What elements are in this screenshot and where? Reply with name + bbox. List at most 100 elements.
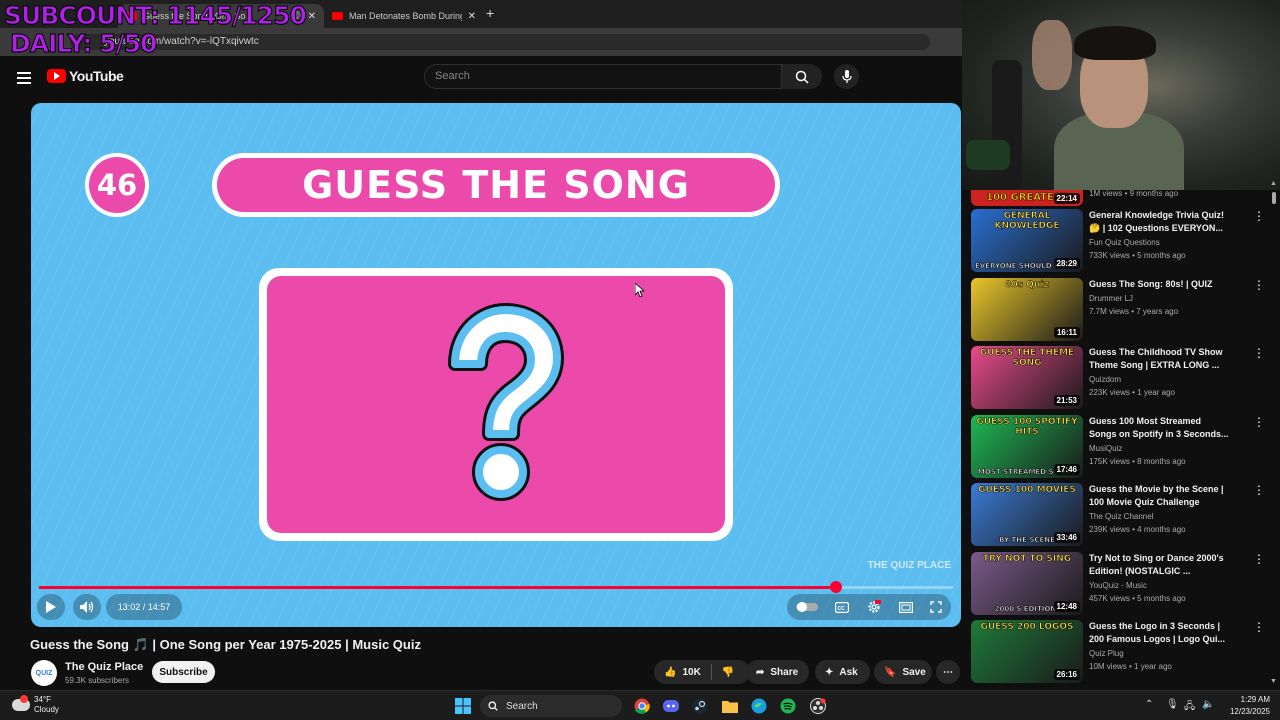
subscribe-button[interactable]: Subscribe <box>152 661 215 683</box>
recommendation-title[interactable]: Guess the Logo in 3 Seconds | 200 Famous… <box>1089 620 1229 646</box>
more-vertical-icon[interactable]: ⋮ <box>1252 484 1266 496</box>
more-vertical-icon[interactable]: ⋮ <box>1252 416 1266 428</box>
thumbnail[interactable]: GUESS THE THEME SONG 21:53 <box>971 346 1083 409</box>
share-button[interactable]: ➦ Share <box>746 660 809 684</box>
more-vertical-icon[interactable]: ⋮ <box>1252 279 1266 291</box>
new-tab-button[interactable]: + <box>486 5 494 21</box>
obs-taskbar-icon[interactable] <box>808 696 828 716</box>
scroll-up-icon[interactable]: ▲ <box>1270 180 1277 187</box>
channel-name[interactable]: The Quiz Place <box>65 661 143 673</box>
spotify-taskbar-icon[interactable] <box>778 696 798 716</box>
recommendation-item[interactable]: GUESS 200 LOGOS 26:16 Guess the Logo in 3 … <box>971 620 1266 684</box>
steam-taskbar-icon[interactable] <box>690 696 710 716</box>
recommendation-channel[interactable]: The Quiz Channel <box>1089 512 1229 521</box>
thumbnail: 100 GREATEST 22:14 <box>971 190 1083 206</box>
partial-recommendation[interactable]: 100 GREATEST 22:14 1M views • 9 months a… <box>971 189 1266 206</box>
thumbnail-caption: GUESS THE THEME SONG <box>979 348 1075 369</box>
progress-fill <box>39 586 836 589</box>
menu-icon[interactable] <box>17 72 31 84</box>
recommendation-channel[interactable]: Quizdom <box>1089 375 1229 384</box>
recommendation-title[interactable]: Guess The Song: 80s! | QUIZ <box>1089 278 1229 291</box>
thumbs-up-icon[interactable]: 👍 <box>664 667 676 678</box>
thumbnail[interactable]: GUESS 100 SPOTIFY HITS MOST STREAMED SONG… <box>971 414 1083 478</box>
thumbnail[interactable]: GUESS 200 LOGOS 26:16 <box>971 620 1083 683</box>
more-actions-button[interactable]: ⋯ <box>936 660 960 684</box>
volume-button[interactable] <box>73 594 101 620</box>
theater-mode-icon[interactable] <box>898 601 913 613</box>
weather-widget[interactable]: 34°F Cloudy <box>12 695 59 715</box>
recommendation-channel[interactable]: MusiQuiz <box>1089 444 1229 453</box>
ask-button[interactable]: ✦ Ask <box>815 660 870 684</box>
microphone-tray-icon[interactable]: 🎙 <box>1166 699 1179 710</box>
channel-avatar[interactable]: QUIZ <box>31 660 57 686</box>
system-clock[interactable]: 1:29 AM 12/23/2025 <box>1218 694 1270 718</box>
recommendation-item[interactable]: GENERAL KNOWLEDGE EVERYONE SHOULD KNOW 28:… <box>971 209 1266 273</box>
scroll-down-icon[interactable]: ▼ <box>1270 678 1277 685</box>
clock-date: 12/23/2025 <box>1229 707 1270 716</box>
thumbnail[interactable]: 80s Quiz 16:11 <box>971 277 1083 341</box>
video-player[interactable]: 46 GUESS THE SONG THE QUIZ PLACE 13:02 /… <box>31 103 961 627</box>
more-vertical-icon[interactable]: ⋮ <box>1252 347 1266 359</box>
recommendation-channel[interactable]: Quiz Plug <box>1089 649 1229 658</box>
svg-text:CC: CC <box>838 606 846 612</box>
youtube-logo[interactable]: YouTube <box>47 68 124 84</box>
duration-badge: 21:53 <box>1053 395 1080 406</box>
close-tab-icon[interactable]: ✕ <box>468 11 476 22</box>
recommendation-meta: 175K views • 8 months ago <box>1089 456 1186 466</box>
recommendation-title[interactable]: General Knowledge Trivia Quiz! 🤔 | 102 Q… <box>1089 209 1229 235</box>
tray-overflow-icon[interactable]: ⌃ <box>1145 699 1153 710</box>
more-vertical-icon[interactable]: ⋮ <box>1252 621 1266 633</box>
thumbnail[interactable]: TRY NOT TO SING 2000'S EDITION! 12:48 <box>971 551 1083 615</box>
like-count[interactable]: 10K <box>682 667 700 678</box>
progress-bar[interactable] <box>39 581 953 593</box>
chrome-icon <box>634 698 650 714</box>
cloud-icon <box>12 695 30 711</box>
recommendation-title[interactable]: Guess 100 Most Streamed Songs on Spotify… <box>1089 415 1229 441</box>
edge-taskbar-icon[interactable] <box>749 696 769 716</box>
volume-tray-icon[interactable]: 🔈 <box>1202 699 1214 710</box>
tab-other[interactable]: Man Detonates Bomb During H ✕ <box>324 4 484 28</box>
save-button[interactable]: 🔖 Save <box>874 660 932 684</box>
recommendation-item[interactable]: GUESS 100 SPOTIFY HITS MOST STREAMED SONG… <box>971 414 1266 479</box>
recommendation-item[interactable]: 80s Quiz 16:11 Guess The Song: 80s! | QUIZ… <box>971 277 1266 342</box>
recommendation-meta: 223K views • 1 year ago <box>1089 388 1175 397</box>
windows-start-button[interactable] <box>453 696 473 716</box>
settings-gear-icon[interactable] <box>867 600 881 614</box>
play-button[interactable] <box>37 594 65 620</box>
search-input[interactable]: Search <box>424 64 782 89</box>
autoplay-toggle-icon[interactable] <box>795 602 818 612</box>
network-icon[interactable]: 🖧 <box>1184 699 1195 716</box>
video-meta: 1M views • 9 months ago <box>1089 189 1179 198</box>
taskbar-search-label: Search <box>506 700 538 712</box>
youtube-play-icon <box>47 69 66 83</box>
recommendation-item[interactable]: GUESS THE THEME SONG 21:53 Guess The Child… <box>971 346 1266 410</box>
channel-watermark: THE QUIZ PLACE <box>867 560 951 571</box>
scrubber-handle[interactable] <box>830 581 842 593</box>
more-vertical-icon[interactable]: ⋮ <box>1252 210 1266 222</box>
captions-icon[interactable]: CC <box>835 601 850 613</box>
recommendation-channel[interactable]: Fun Quiz Questions <box>1089 238 1229 247</box>
file-explorer-taskbar-icon[interactable] <box>720 696 740 716</box>
recommendation-item[interactable]: GUESS 100 MOVIES BY THE SCENE 33:46 Guess t… <box>971 483 1266 547</box>
taskbar-search[interactable]: Search <box>480 695 622 717</box>
recommendation-item[interactable]: TRY NOT TO SING 2000'S EDITION! 12:48 Try N… <box>971 551 1266 616</box>
thumbnail[interactable]: GENERAL KNOWLEDGE EVERYONE SHOULD KNOW 28:… <box>971 209 1083 272</box>
thumbnail-caption: GENERAL KNOWLEDGE <box>994 211 1060 232</box>
scroll-thumb[interactable] <box>1272 192 1276 204</box>
recommendation-channel[interactable]: YouQuiz - Music <box>1089 581 1229 590</box>
discord-taskbar-icon[interactable] <box>661 696 681 716</box>
recommendation-channel[interactable]: Drummer LJ <box>1089 294 1229 303</box>
close-tab-icon[interactable]: ✕ <box>308 11 316 22</box>
recommendation-title[interactable]: Guess the Movie by the Scene | 100 Movie… <box>1089 483 1229 509</box>
voice-search-button[interactable] <box>834 64 859 89</box>
sidebar-scrollbar[interactable]: ▲ ▼ <box>1270 180 1278 688</box>
more-vertical-icon[interactable]: ⋮ <box>1252 553 1266 565</box>
chrome-taskbar-icon[interactable] <box>632 696 652 716</box>
thumbs-down-icon[interactable]: 👎 <box>722 667 734 678</box>
search-button[interactable] <box>782 64 822 89</box>
recommendation-title[interactable]: Guess The Childhood TV Show Theme Song |… <box>1089 346 1229 372</box>
fullscreen-icon[interactable] <box>930 601 942 613</box>
thumbnail[interactable]: GUESS 100 MOVIES BY THE SCENE 33:46 <box>971 483 1083 546</box>
recommendation-title[interactable]: Try Not to Sing or Dance 2000's Edition!… <box>1089 552 1229 578</box>
search-icon <box>488 701 498 711</box>
